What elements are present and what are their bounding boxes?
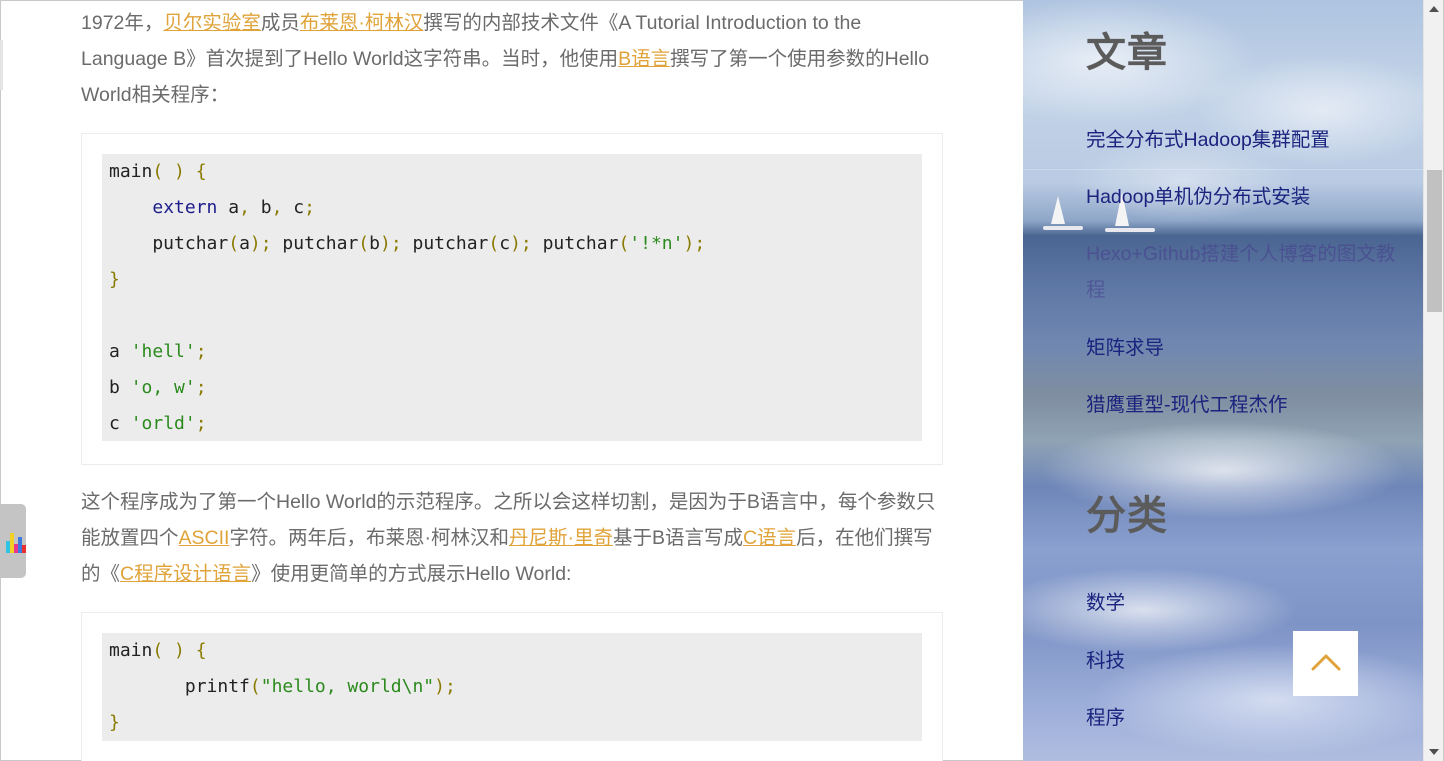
- code-token: putchar: [109, 233, 229, 254]
- code-token: ;: [195, 341, 207, 362]
- code-line: extern a, b, c;: [109, 190, 922, 226]
- code-token: );: [379, 233, 402, 254]
- code-token: c: [499, 233, 511, 254]
- code-token: '!*n': [629, 233, 684, 254]
- code-b-hello-world: main( ) { extern a, b, c; putchar(a); pu…: [102, 154, 922, 442]
- code-line: b 'o, w';: [109, 370, 922, 406]
- code-block-c-language: main( ) { printf("hello, world\n");}: [81, 612, 943, 761]
- paragraph-c-language-history: 这个程序成为了第一个Hello World的示范程序。之所以会这样切割，是因为于…: [81, 484, 941, 592]
- scrollbar-thumb[interactable]: [1427, 170, 1442, 312]
- code-token: b: [369, 233, 380, 254]
- code-token: 'orld': [130, 413, 196, 434]
- link-dennis-ritchie[interactable]: 丹尼斯·里奇: [509, 527, 613, 549]
- code-token: ;: [304, 197, 315, 218]
- code-c-hello-world: main( ) { printf("hello, world\n");}: [102, 633, 922, 741]
- chevron-up-icon: [1311, 654, 1341, 671]
- text-span: 成员: [260, 12, 300, 34]
- sailboat-hull: [1105, 228, 1155, 232]
- code-token: 'hell': [130, 341, 196, 362]
- code-token: main: [109, 640, 153, 661]
- text-span: 》使用更简单的方式展示Hello World:: [251, 563, 572, 585]
- code-token: printf: [109, 676, 250, 697]
- code-token: putchar: [531, 233, 619, 254]
- link-c-programming-language-book[interactable]: C程序设计语言: [120, 563, 251, 585]
- link-b-language[interactable]: B语言: [618, 48, 670, 70]
- articles-heading: 文章: [1086, 31, 1168, 75]
- code-token: );: [683, 233, 706, 254]
- code-line: c 'orld';: [109, 406, 922, 442]
- code-token: }: [109, 269, 120, 290]
- sidebar: 文章 完全分布式Hadoop集群配置 Hadoop单机伪分布式安装 Hexo+G…: [1023, 0, 1423, 761]
- link-ascii[interactable]: ASCII: [179, 527, 230, 549]
- sailboat-hull: [1043, 226, 1083, 230]
- back-to-top-button[interactable]: [1293, 631, 1358, 696]
- divider: [1023, 169, 1423, 170]
- scroll-up-arrow-icon[interactable]: [1429, 6, 1439, 12]
- code-line: }: [109, 705, 922, 741]
- vertical-scrollbar[interactable]: [1423, 0, 1443, 761]
- code-token: );: [434, 676, 456, 697]
- link-brian-kernighan[interactable]: 布莱恩·柯林汉: [300, 12, 424, 34]
- code-token: (: [488, 233, 500, 254]
- categories-heading: 分类: [1086, 494, 1168, 538]
- code-token: ( ) {: [152, 640, 207, 661]
- code-block-inner: main( ) { printf("hello, world\n");}: [102, 633, 922, 741]
- code-token: 'o, w': [130, 377, 196, 398]
- code-token: a: [109, 341, 131, 362]
- code-token: ,: [239, 197, 250, 218]
- sidebar-category-link[interactable]: 程序: [1086, 700, 1396, 736]
- code-token: );: [510, 233, 532, 254]
- code-token: c: [282, 197, 305, 218]
- code-token: ,: [271, 197, 283, 218]
- code-token: (: [249, 676, 261, 697]
- code-token: }: [109, 712, 120, 733]
- code-token: putchar: [271, 233, 359, 254]
- code-token: b: [109, 377, 131, 398]
- code-line: main( ) {: [109, 633, 922, 669]
- paragraph-b-language-history: 1972年，贝尔实验室成员布莱恩·柯林汉撰写的内部技术文件《A Tutorial…: [81, 5, 941, 113]
- code-token: a: [217, 197, 240, 218]
- link-c-language[interactable]: C语言: [743, 527, 796, 549]
- sidebar-article-link[interactable]: 完全分布式Hadoop集群配置: [1086, 122, 1396, 158]
- article-content: 1972年，贝尔实验室成员布莱恩·柯林汉撰写的内部技术文件《A Tutorial…: [0, 0, 1023, 761]
- code-block-b-language: main( ) { extern a, b, c; putchar(a); pu…: [81, 133, 943, 465]
- text-span: 字符。两年后，布莱恩·柯林汉和: [229, 527, 509, 549]
- text-span: 1972年，: [81, 12, 164, 34]
- left-edge-marker: [0, 40, 3, 90]
- code-token: ;: [195, 413, 207, 434]
- code-token: extern: [152, 197, 218, 218]
- code-line: main( ) {: [109, 154, 922, 190]
- code-token: c: [109, 413, 131, 434]
- text-span: 基于B语言写成: [612, 527, 743, 549]
- code-token: b: [249, 197, 272, 218]
- sidebar-article-link[interactable]: Hexo+Github搭建个人博客的图文教程: [1086, 236, 1396, 308]
- code-token: "hello, world\n": [260, 676, 435, 697]
- code-token: ( ) {: [152, 161, 207, 182]
- code-token: ;: [195, 377, 207, 398]
- sidebar-category-link[interactable]: 数学: [1086, 585, 1396, 621]
- link-bell-labs[interactable]: 贝尔实验室: [163, 12, 261, 34]
- code-token: (: [228, 233, 240, 254]
- code-line: printf("hello, world\n");: [109, 669, 922, 705]
- code-token: (: [358, 233, 370, 254]
- code-line: putchar(a); putchar(b); putchar(c); putc…: [109, 226, 922, 262]
- sailboat-decoration: [1051, 196, 1065, 224]
- code-block-inner: main( ) { extern a, b, c; putchar(a); pu…: [102, 154, 922, 441]
- sidebar-article-link[interactable]: 猎鹰重型-现代工程杰作: [1086, 387, 1396, 423]
- code-token: a: [239, 233, 250, 254]
- sidebar-article-link[interactable]: Hadoop单机伪分布式安装: [1086, 179, 1396, 215]
- bar-chart-icon: [6, 531, 26, 553]
- code-token: putchar: [401, 233, 489, 254]
- scroll-down-arrow-icon[interactable]: [1429, 749, 1439, 755]
- code-token: main: [109, 161, 153, 182]
- sidebar-article-link[interactable]: 矩阵求导: [1086, 330, 1396, 366]
- code-token: (: [618, 233, 630, 254]
- code-token: );: [249, 233, 272, 254]
- code-line: }: [109, 262, 922, 298]
- stats-widget-tab[interactable]: [0, 504, 26, 578]
- code-line: a 'hell';: [109, 334, 922, 370]
